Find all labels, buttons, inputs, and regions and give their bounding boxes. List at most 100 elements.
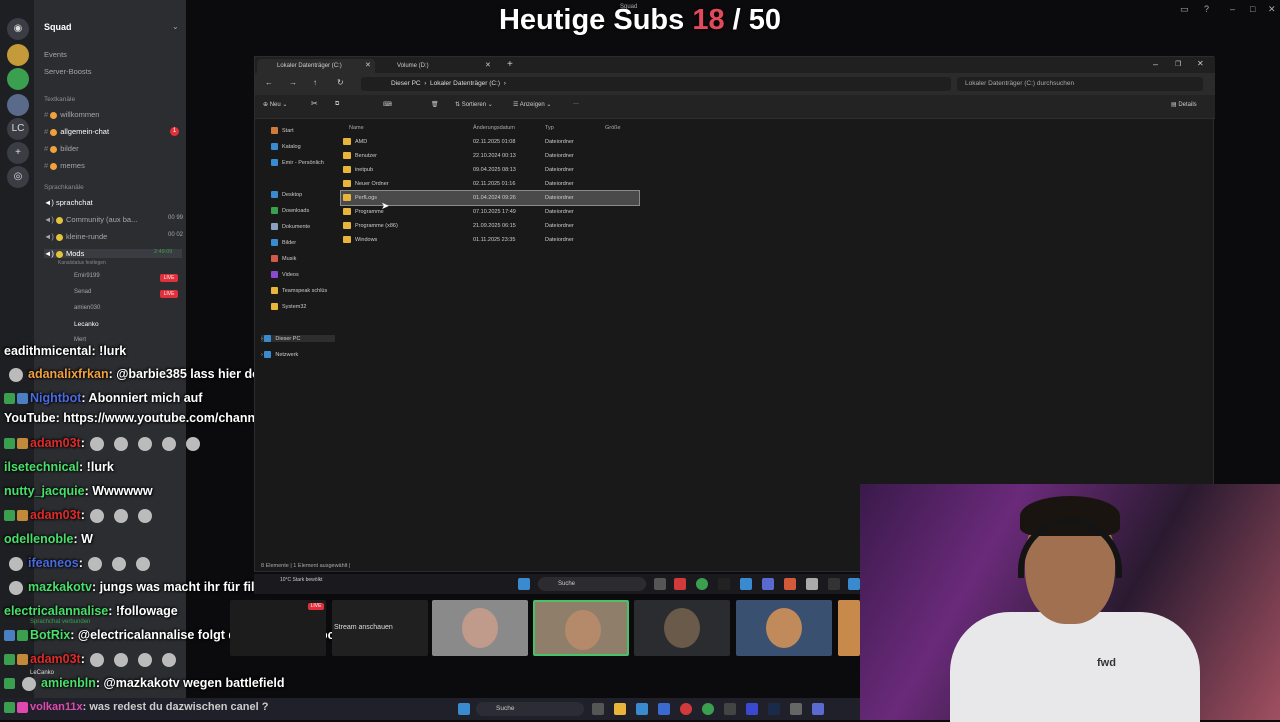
text-category[interactable]: Textkanäle: [44, 96, 75, 103]
app-icon[interactable]: [724, 703, 736, 715]
file-row[interactable]: Neuer Ordner 02.11.2025 01:16 Dateiordner: [341, 177, 639, 191]
steam-icon[interactable]: [768, 703, 780, 715]
forward-icon[interactable]: →: [289, 78, 297, 87]
server-lc-icon[interactable]: LC: [7, 118, 29, 140]
server-boosts-item[interactable]: Server-Boosts: [44, 67, 92, 76]
taskbar-search[interactable]: Suche: [476, 702, 584, 716]
chrome-icon[interactable]: [680, 703, 692, 715]
discord-icon[interactable]: [812, 703, 824, 715]
edge-icon[interactable]: [636, 703, 648, 715]
tab-drive-c[interactable]: Lokaler Datenträger (C:): [257, 59, 375, 73]
add-server-icon[interactable]: +: [7, 142, 29, 164]
close-icon[interactable]: ✕: [1268, 4, 1276, 15]
nav-downloads[interactable]: Downloads: [271, 207, 309, 214]
file-row[interactable]: Windows 01.11.2025 23:35 Dateiordner: [341, 233, 639, 247]
server-icon[interactable]: [7, 44, 29, 66]
voice-category[interactable]: Sprachkanäle: [44, 184, 84, 191]
new-tab-icon[interactable]: +: [507, 59, 513, 70]
voice-channel[interactable]: ◄) sprachchat: [44, 198, 93, 207]
call-tile-participant[interactable]: [432, 600, 528, 656]
voice-channel-mods[interactable]: ◄) Mods 2:49:09: [44, 249, 182, 258]
call-tile-participant[interactable]: [634, 600, 730, 656]
file-row[interactable]: Programme (x86) 21.09.2025 06:15 Dateiordn…: [341, 219, 639, 233]
search-input[interactable]: Lokaler Datenträger (C:) durchsuchen: [957, 77, 1203, 91]
nav-start[interactable]: Start: [271, 127, 294, 134]
delete-icon[interactable]: 🗑: [431, 101, 439, 108]
nav-desktop[interactable]: Desktop: [271, 191, 302, 198]
channel-status[interactable]: Kanalstatus festlegen: [58, 260, 106, 266]
task-view-icon[interactable]: [592, 703, 604, 715]
call-tile-participant[interactable]: [736, 600, 832, 656]
app-icon[interactable]: [740, 578, 752, 590]
server-icon[interactable]: [7, 68, 29, 90]
sort-button[interactable]: ⇅ Sortieren ⌄: [455, 101, 493, 108]
controller-icon[interactable]: ▭: [1180, 4, 1189, 15]
taskbar-search[interactable]: Suche: [538, 577, 646, 591]
edge-icon[interactable]: [848, 578, 860, 590]
tiktok-icon[interactable]: [718, 578, 730, 590]
file-row[interactable]: inetpub 09.04.2025 08:13 Dateiordner: [341, 163, 639, 177]
close-icon[interactable]: ✕: [1197, 59, 1204, 68]
rename-icon[interactable]: ⌨: [383, 101, 392, 108]
nav-pictures[interactable]: Bilder: [271, 239, 296, 246]
voice-member[interactable]: Mert: [74, 337, 86, 343]
weather-widget[interactable]: 10°C Stark bewölkt: [280, 577, 340, 583]
maximize-icon[interactable]: □: [1250, 4, 1255, 14]
discord-icon[interactable]: [762, 578, 774, 590]
nav-onedrive[interactable]: Emir - Persönlich: [271, 159, 324, 166]
voice-member[interactable]: Senad: [74, 289, 91, 295]
back-icon[interactable]: ←: [265, 78, 273, 87]
close-tab-icon[interactable]: ✕: [365, 61, 371, 69]
address-bar[interactable]: Dieser PC › Lokaler Datenträger (C:) ›: [361, 77, 951, 91]
voice-member[interactable]: Emir9199: [74, 273, 100, 279]
call-tile-participant[interactable]: [838, 600, 860, 656]
chrome-icon[interactable]: [696, 578, 708, 590]
column-name[interactable]: Name: [349, 125, 364, 131]
voice-member[interactable]: Lecanko: [74, 321, 99, 328]
voice-channel[interactable]: ◄) Community (aux ba... 00 99: [44, 215, 183, 224]
nav-network[interactable]: › Netzwerk: [261, 351, 298, 358]
maximize-icon[interactable]: ❐: [1175, 60, 1181, 68]
nav-documents[interactable]: Dokumente: [271, 223, 310, 230]
app-icon[interactable]: [674, 578, 686, 590]
file-explorer-icon[interactable]: [614, 703, 626, 715]
app-icon[interactable]: [828, 578, 840, 590]
nav-music[interactable]: Musik: [271, 255, 296, 262]
column-type[interactable]: Typ: [545, 125, 554, 131]
minimize-icon[interactable]: –: [1153, 59, 1158, 69]
refresh-icon[interactable]: ↻: [337, 78, 344, 87]
chevron-down-icon[interactable]: ⌄: [172, 22, 179, 31]
server-name[interactable]: Squad: [44, 22, 72, 32]
nav-videos[interactable]: Videos: [271, 271, 299, 278]
nav-teamspeak[interactable]: Teamspeak schlüs: [271, 287, 327, 294]
discord-home-icon[interactable]: ◉: [7, 18, 29, 40]
call-tile-participant[interactable]: [533, 600, 629, 656]
channel-memes[interactable]: # memes: [44, 161, 85, 170]
spotify-icon[interactable]: [702, 703, 714, 715]
minimize-icon[interactable]: –: [1230, 4, 1235, 14]
windows-start-icon[interactable]: [518, 578, 530, 590]
channel-bilder[interactable]: # bilder: [44, 144, 79, 153]
windows-start-icon[interactable]: [458, 703, 470, 715]
call-tile-screen[interactable]: LIVE: [230, 600, 326, 656]
column-size[interactable]: Größe: [605, 125, 621, 131]
app-icon[interactable]: [806, 578, 818, 590]
voice-channel[interactable]: ◄) kleine-runde 00 02: [44, 232, 183, 241]
up-icon[interactable]: ↑: [313, 78, 317, 87]
nav-this-pc[interactable]: › Dieser PC: [261, 335, 335, 342]
column-date[interactable]: Änderungsdatum: [473, 125, 515, 131]
events-item[interactable]: Events: [44, 50, 67, 59]
cut-icon[interactable]: ✂: [311, 99, 318, 108]
watch-stream-label[interactable]: Stream anschauen: [334, 624, 393, 631]
more-icon[interactable]: ···: [573, 101, 579, 107]
app-icon[interactable]: [658, 703, 670, 715]
copy-icon[interactable]: ⧉: [335, 101, 339, 108]
nav-system32[interactable]: System32: [271, 303, 306, 310]
new-button[interactable]: ⊕ Neu ⌄: [263, 101, 287, 108]
task-view-icon[interactable]: [654, 578, 666, 590]
explore-icon[interactable]: ◎: [7, 166, 29, 188]
details-button[interactable]: ▤ Details: [1171, 101, 1197, 108]
close-tab-icon[interactable]: ✕: [485, 61, 491, 69]
tab-drive-d[interactable]: Volume (D:): [377, 59, 495, 73]
nav-katalog[interactable]: Katalog: [271, 143, 301, 150]
